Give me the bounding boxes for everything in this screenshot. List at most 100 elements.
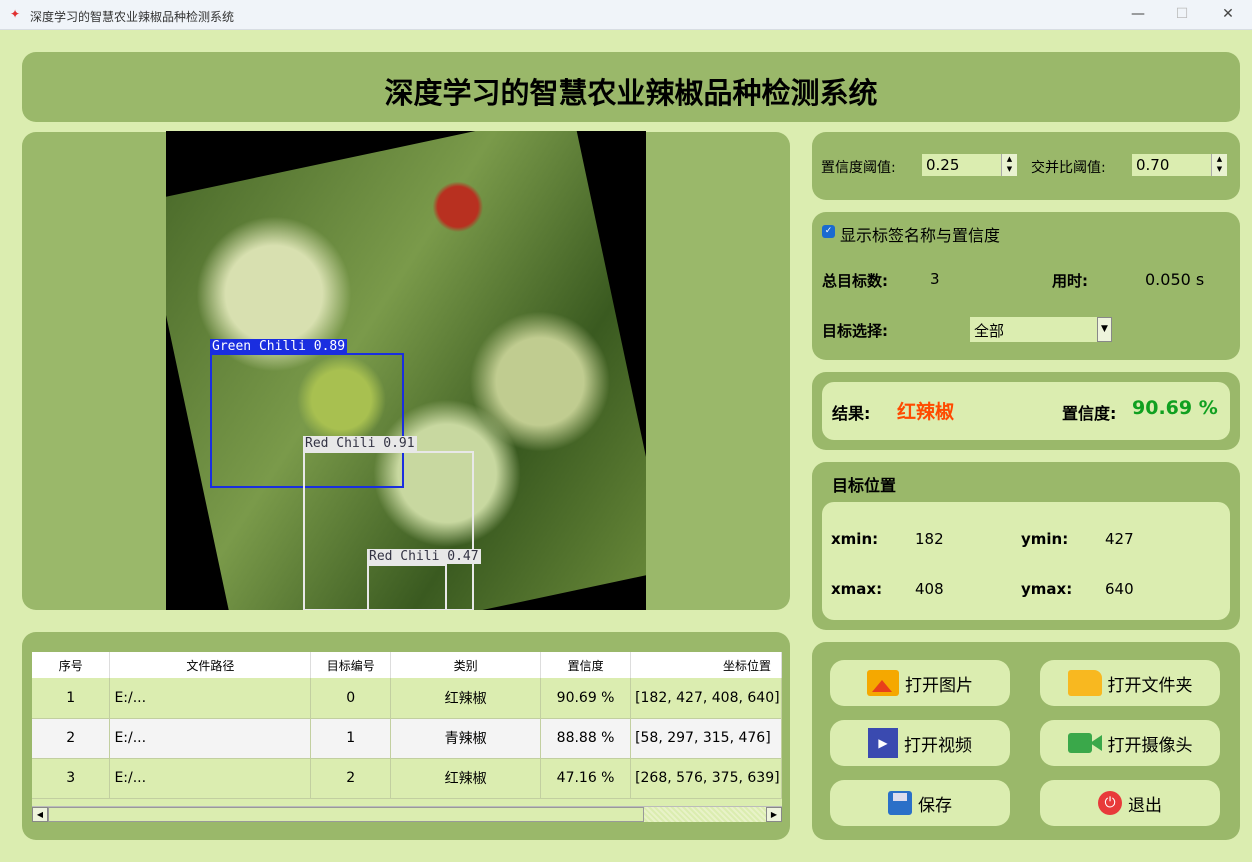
open-folder-label: 打开文件夹 <box>1107 675 1193 696</box>
exit-label: 退出 <box>1128 795 1162 816</box>
iou-threshold-spinbox[interactable]: 0.70 ▲ ▼ <box>1132 154 1227 176</box>
video-icon: ▶ <box>868 728 898 758</box>
page-title: 深度学习的智慧农业辣椒品种检测系统 <box>384 76 878 110</box>
column-header[interactable]: 类别 <box>390 652 542 678</box>
result-value: 红辣椒 <box>897 401 955 423</box>
window-title: 深度学习的智慧农业辣椒品种检测系统 <box>30 10 235 24</box>
cell-path: E:/... <box>109 758 312 799</box>
result-confidence-value: 90.69 % <box>1132 397 1218 419</box>
chevron-down-icon[interactable]: ▼ <box>1097 317 1112 342</box>
header-panel: 深度学习的智慧农业辣椒品种检测系统 <box>22 52 1240 122</box>
cell-path: E:/... <box>109 678 312 719</box>
time-label: 用时: <box>1052 272 1088 290</box>
target-select-dropdown[interactable]: 全部 ▼ <box>970 317 1112 342</box>
position-panel: 目标位置 xmin: 182 ymin: 427 xmax: 408 ymax:… <box>812 462 1240 630</box>
results-table: 序号 文件路径 目标编号 类别 置信度 坐标位置 1 E:/... 0 红辣椒 90.6… <box>32 652 782 799</box>
save-label: 保存 <box>918 795 952 816</box>
open-video-label: 打开视频 <box>904 735 972 756</box>
cell-coords: [58, 297, 315, 476] <box>630 718 782 759</box>
xmax-value: 408 <box>915 580 944 598</box>
cell-confidence: 90.69 % <box>540 678 632 719</box>
total-targets-label: 总目标数: <box>822 272 888 290</box>
scroll-left-arrow[interactable]: ◀ <box>32 807 48 822</box>
image-panel: Green Chilli 0.89 Red Chili 0.91 Red Chi… <box>22 131 790 610</box>
detection-image: Green Chilli 0.89 Red Chili 0.91 Red Chi… <box>166 131 646 610</box>
cell-coords: [268, 576, 375, 639] <box>630 758 782 799</box>
result-panel: 结果: 红辣椒 置信度: 90.69 % <box>812 372 1240 450</box>
open-image-label: 打开图片 <box>905 675 973 696</box>
cell-target-id: 0 <box>310 678 392 719</box>
ymin-value: 427 <box>1105 530 1134 548</box>
detection-label: Red Chili 0.47 <box>367 549 481 564</box>
open-image-button[interactable]: 打开图片 <box>830 660 1010 706</box>
save-button[interactable]: 保存 <box>830 780 1010 826</box>
table-row[interactable]: 1 E:/... 0 红辣椒 90.69 % [182, 427, 408, 640] <box>32 678 782 719</box>
cell-index: 2 <box>32 718 111 759</box>
detection-label: Green Chilli 0.89 <box>210 339 348 354</box>
detection-box-red-chili <box>367 564 447 610</box>
power-icon: ⏻ <box>1098 791 1122 815</box>
time-value: 0.050 s <box>1145 270 1205 289</box>
xmin-label: xmin: <box>831 530 879 548</box>
open-camera-label: 打开摄像头 <box>1107 735 1193 756</box>
xmin-value: 182 <box>915 530 944 548</box>
open-video-button[interactable]: ▶ 打开视频 <box>830 720 1010 766</box>
maximize-button[interactable]: ☐ <box>1172 6 1192 22</box>
ymax-value: 640 <box>1105 580 1134 598</box>
detection-label: Red Chili 0.91 <box>303 436 417 451</box>
xmax-label: xmax: <box>831 580 883 598</box>
cell-target-id: 1 <box>310 718 392 759</box>
show-labels-label: 显示标签名称与置信度 <box>840 226 1001 245</box>
open-camera-button[interactable]: 打开摄像头 <box>1040 720 1220 766</box>
table-row[interactable]: 2 E:/... 1 青辣椒 88.88 % [58, 297, 315, 476] <box>32 718 782 759</box>
threshold-panel: 置信度阈值: 0.25 ▲ ▼ 交并比阈值: 0.70 ▲ ▼ <box>812 132 1240 200</box>
column-header[interactable]: 坐标位置 <box>630 652 782 678</box>
spin-arrows-icon[interactable]: ▲ ▼ <box>1211 154 1227 176</box>
app-icon: ✦ <box>10 7 21 21</box>
cell-confidence: 88.88 % <box>540 718 632 759</box>
spin-arrows-icon[interactable]: ▲ ▼ <box>1001 154 1017 176</box>
actions-panel: 打开图片 打开文件夹 ▶ 打开视频 打开摄像头 保存 ⏻ 退出 <box>812 642 1240 840</box>
cell-index: 3 <box>32 758 111 799</box>
open-folder-button[interactable]: 打开文件夹 <box>1040 660 1220 706</box>
show-labels-checkbox[interactable]: ✓ <box>822 225 835 238</box>
column-header[interactable]: 序号 <box>32 652 111 678</box>
total-targets-value: 3 <box>930 270 940 288</box>
conf-threshold-label: 置信度阈值: <box>821 160 896 176</box>
horizontal-scrollbar[interactable]: ◀ ▶ <box>32 806 782 822</box>
result-confidence-label: 置信度: <box>1062 404 1117 423</box>
cell-class: 青辣椒 <box>390 718 542 759</box>
result-label: 结果: <box>832 404 871 423</box>
cell-index: 1 <box>32 678 111 719</box>
iou-threshold-label: 交并比阈值: <box>1031 160 1106 176</box>
title-bar: ✦ 深度学习的智慧农业辣椒品种检测系统 — ☐ ✕ <box>0 0 1252 30</box>
scrollbar-thumb[interactable] <box>48 807 644 822</box>
folder-icon <box>1067 670 1102 696</box>
cell-path: E:/... <box>109 718 312 759</box>
image-icon <box>867 670 899 696</box>
iou-threshold-value: 0.70 <box>1136 156 1170 174</box>
scroll-right-arrow[interactable]: ▶ <box>766 807 782 822</box>
conf-threshold-spinbox[interactable]: 0.25 ▲ ▼ <box>922 154 1017 176</box>
column-header[interactable]: 目标编号 <box>310 652 392 678</box>
close-button[interactable]: ✕ <box>1218 6 1238 22</box>
cell-coords: [182, 427, 408, 640] <box>630 678 782 719</box>
ymax-label: ymax: <box>1021 580 1073 598</box>
cell-class: 红辣椒 <box>390 678 542 719</box>
minimize-button[interactable]: — <box>1128 6 1148 22</box>
column-header[interactable]: 文件路径 <box>109 652 312 678</box>
table-row[interactable]: 3 E:/... 2 红辣椒 47.16 % [268, 576, 375, 639] <box>32 758 782 799</box>
target-select-value: 全部 <box>974 322 1005 340</box>
target-select-label: 目标选择: <box>822 322 888 340</box>
info-panel: ✓ 显示标签名称与置信度 总目标数: 3 用时: 0.050 s 目标选择: 全… <box>812 212 1240 360</box>
save-disk-icon <box>888 791 912 815</box>
column-header[interactable]: 置信度 <box>540 652 632 678</box>
camera-icon <box>1067 733 1102 753</box>
ymin-label: ymin: <box>1021 530 1069 548</box>
cell-target-id: 2 <box>310 758 392 799</box>
exit-button[interactable]: ⏻ 退出 <box>1040 780 1220 826</box>
results-table-panel: 序号 文件路径 目标编号 类别 置信度 坐标位置 1 E:/... 0 红辣椒 90.6… <box>22 632 790 840</box>
cell-class: 红辣椒 <box>390 758 542 799</box>
position-title: 目标位置 <box>832 476 897 495</box>
conf-threshold-value: 0.25 <box>926 156 960 174</box>
